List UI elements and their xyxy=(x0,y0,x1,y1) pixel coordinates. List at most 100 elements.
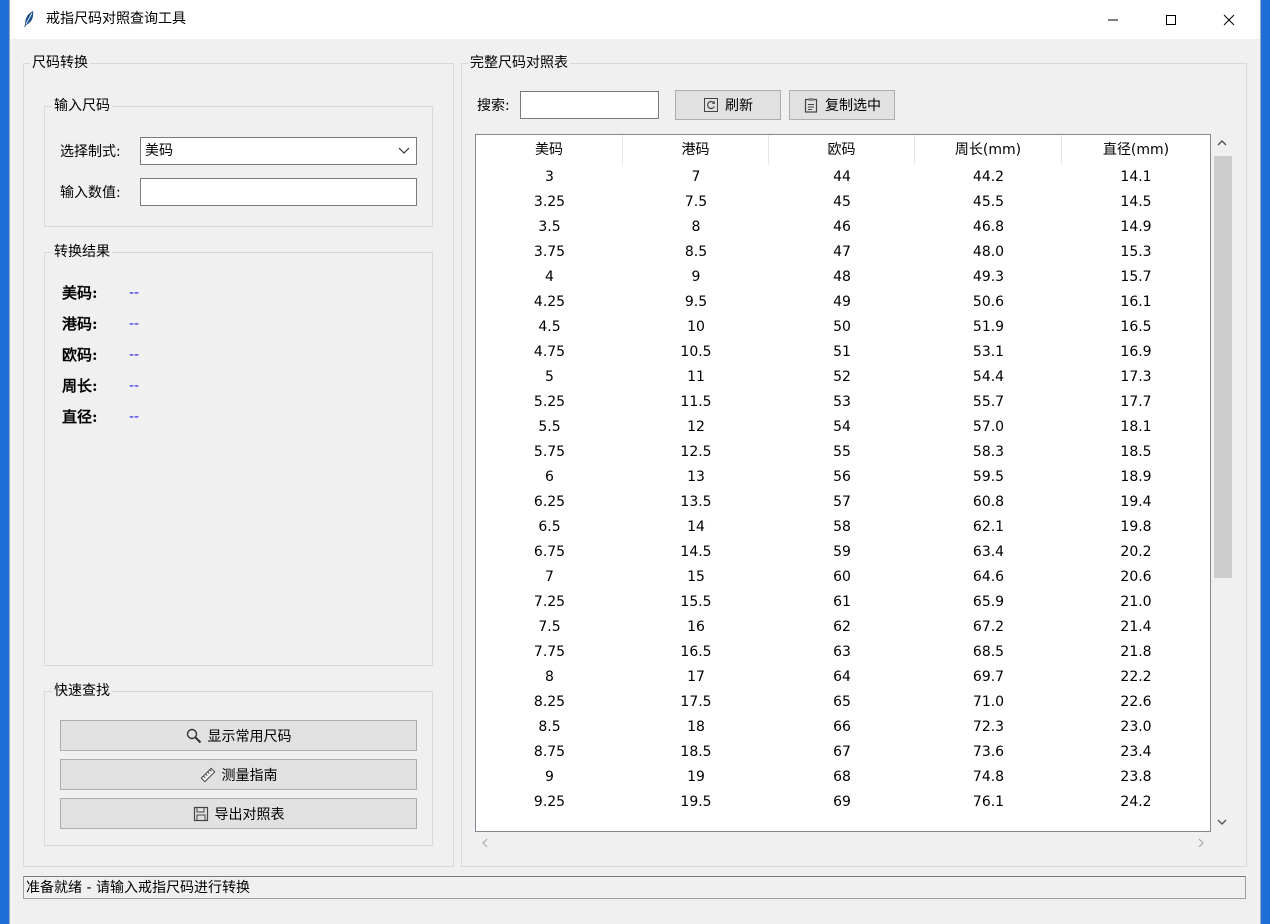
cell-diameter: 19.8 xyxy=(1120,519,1152,535)
vertical-scrollbar[interactable] xyxy=(1211,134,1233,832)
vertical-scroll-thumb[interactable] xyxy=(1214,156,1232,578)
table-row[interactable]: 7.25 15.5 61 65.9 21.0 xyxy=(476,590,1210,615)
size-value-input[interactable] xyxy=(140,178,417,206)
refresh-label: 刷新 xyxy=(725,98,753,114)
cell-circumference: 50.6 xyxy=(972,294,1005,310)
table-row[interactable]: 4 9 48 49.3 15.7 xyxy=(476,265,1210,290)
cell-us: 6.25 xyxy=(533,494,566,510)
cell-us: 7.25 xyxy=(533,594,566,610)
table-row[interactable]: 8.75 18.5 67 73.6 23.4 xyxy=(476,740,1210,765)
cell-circumference: 53.1 xyxy=(972,344,1005,360)
column-header-us[interactable]: 美码 xyxy=(476,135,623,165)
cell-eu: 63 xyxy=(833,644,851,660)
table-row[interactable]: 3 7 44 44.2 14.1 xyxy=(476,165,1210,190)
cell-diameter: 15.3 xyxy=(1120,244,1152,260)
cell-circumference: 59.5 xyxy=(972,469,1005,485)
column-header-circumference[interactable]: 周长(mm) xyxy=(915,135,1062,165)
cell-eu: 52 xyxy=(833,369,851,385)
cell-circumference: 72.3 xyxy=(972,719,1005,735)
result-value-eu: -- xyxy=(129,347,140,363)
table-row[interactable]: 5.25 11.5 53 55.7 17.7 xyxy=(476,390,1210,415)
table-row[interactable]: 6 13 56 59.5 18.9 xyxy=(476,465,1210,490)
show-common-sizes-label: 显示常用尺码 xyxy=(207,728,292,745)
cell-eu: 69 xyxy=(833,794,851,810)
table-row[interactable]: 3.5 8 46 46.8 14.9 xyxy=(476,215,1210,240)
column-header-diameter[interactable]: 直径(mm) xyxy=(1062,135,1210,165)
cell-hk: 16 xyxy=(687,619,705,635)
export-table-button[interactable]: 导出对照表 xyxy=(60,798,417,829)
table-row[interactable]: 7.75 16.5 63 68.5 21.8 xyxy=(476,640,1210,665)
cell-eu: 67 xyxy=(833,744,851,760)
maximize-button[interactable] xyxy=(1142,0,1200,39)
size-table[interactable]: 美码 港码 欧码 周长(mm) 直径(mm) 3 7 44 44.2 14.1 3.25 7… xyxy=(475,134,1211,832)
cell-diameter: 23.4 xyxy=(1120,744,1152,760)
cell-us: 8.25 xyxy=(533,694,566,710)
search-input[interactable] xyxy=(520,91,659,119)
table-row[interactable]: 5.5 12 54 57.0 18.1 xyxy=(476,415,1210,440)
close-button[interactable] xyxy=(1200,0,1258,39)
table-row[interactable]: 9 19 68 74.8 23.8 xyxy=(476,765,1210,790)
cell-diameter: 16.1 xyxy=(1120,294,1152,310)
table-row[interactable]: 3.25 7.5 45 45.5 14.5 xyxy=(476,190,1210,215)
app-window: 戒指尺码对照查询工具 尺码转换 输入尺码 选择制式: 美码 输入数值: 转换结果… xyxy=(10,0,1260,924)
cell-diameter: 24.2 xyxy=(1120,794,1152,810)
measure-guide-button[interactable]: 测量指南 xyxy=(60,759,417,790)
cell-diameter: 14.5 xyxy=(1120,194,1152,210)
cell-eu: 53 xyxy=(833,394,851,410)
table-row[interactable]: 6.25 13.5 57 60.8 19.4 xyxy=(476,490,1210,515)
table-row[interactable]: 5 11 52 54.4 17.3 xyxy=(476,365,1210,390)
cell-us: 6.5 xyxy=(538,519,561,535)
cell-circumference: 67.2 xyxy=(972,619,1005,635)
copy-selected-button[interactable]: 复制选中 xyxy=(789,90,895,120)
table-row[interactable]: 4.25 9.5 49 50.6 16.1 xyxy=(476,290,1210,315)
table-row[interactable]: 9.25 19.5 69 76.1 24.2 xyxy=(476,790,1210,815)
cell-eu: 64 xyxy=(833,669,851,685)
system-select[interactable]: 美码 xyxy=(140,137,417,165)
table-row[interactable]: 3.75 8.5 47 48.0 15.3 xyxy=(476,240,1210,265)
table-row[interactable]: 6.75 14.5 59 63.4 20.2 xyxy=(476,540,1210,565)
minimize-button[interactable] xyxy=(1084,0,1142,39)
cell-eu: 48 xyxy=(833,269,851,285)
table-row[interactable]: 8.5 18 66 72.3 23.0 xyxy=(476,715,1210,740)
refresh-button[interactable]: 刷新 xyxy=(675,90,781,120)
show-common-sizes-button[interactable]: 显示常用尺码 xyxy=(60,720,417,751)
minimize-icon xyxy=(1108,19,1118,20)
cell-circumference: 49.3 xyxy=(972,269,1005,285)
cell-hk: 18 xyxy=(687,719,705,735)
cell-us: 9.25 xyxy=(533,794,566,810)
cell-hk: 15.5 xyxy=(680,594,712,610)
scroll-up-icon xyxy=(1217,140,1227,146)
cell-eu: 47 xyxy=(833,244,851,260)
table-row[interactable]: 5.75 12.5 55 58.3 18.5 xyxy=(476,440,1210,465)
window-title: 戒指尺码对照查询工具 xyxy=(46,11,186,27)
cell-hk: 15 xyxy=(687,569,705,585)
horizontal-scrollbar[interactable] xyxy=(475,832,1211,854)
cell-eu: 66 xyxy=(833,719,851,735)
feather-icon xyxy=(24,11,34,27)
cell-circumference: 73.6 xyxy=(972,744,1005,760)
cell-eu: 49 xyxy=(833,294,851,310)
cell-circumference: 57.0 xyxy=(972,419,1005,435)
table-row[interactable]: 7 15 60 64.6 20.6 xyxy=(476,565,1210,590)
refresh-icon xyxy=(704,98,718,112)
cell-diameter: 14.9 xyxy=(1120,219,1152,235)
search-label: 搜索: xyxy=(477,98,510,114)
table-row[interactable]: 6.5 14 58 62.1 19.8 xyxy=(476,515,1210,540)
cell-diameter: 23.8 xyxy=(1120,769,1152,785)
cell-us: 4.75 xyxy=(533,344,566,360)
table-row[interactable]: 4.5 10 50 51.9 16.5 xyxy=(476,315,1210,340)
cell-circumference: 76.1 xyxy=(972,794,1005,810)
table-row[interactable]: 4.75 10.5 51 53.1 16.9 xyxy=(476,340,1210,365)
cell-eu: 59 xyxy=(833,544,851,560)
cell-eu: 57 xyxy=(833,494,851,510)
cell-hk: 14.5 xyxy=(680,544,712,560)
title-bar[interactable]: 戒指尺码对照查询工具 xyxy=(10,0,1260,39)
cell-us: 4.25 xyxy=(533,294,566,310)
table-row[interactable]: 7.5 16 62 67.2 21.4 xyxy=(476,615,1210,640)
table-row[interactable]: 8 17 64 69.7 22.2 xyxy=(476,665,1210,690)
column-header-hk[interactable]: 港码 xyxy=(623,135,769,165)
column-header-eu[interactable]: 欧码 xyxy=(769,135,915,165)
table-row[interactable]: 8.25 17.5 65 71.0 22.6 xyxy=(476,690,1210,715)
cell-hk: 18.5 xyxy=(680,744,712,760)
maximize-icon xyxy=(1166,14,1176,25)
